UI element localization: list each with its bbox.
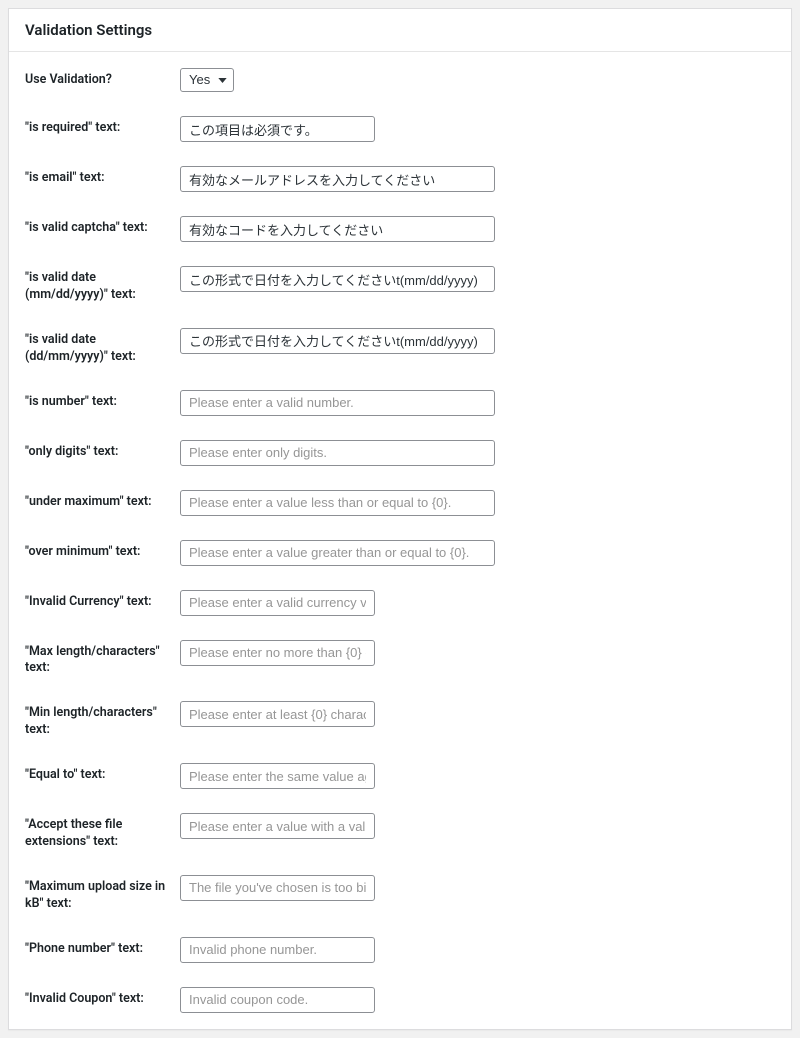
row-is-valid-date-mdy: "is valid date (mm/dd/yyyy)" text: (25, 266, 775, 304)
row-accept-extensions: "Accept these file extensions" text: (25, 813, 775, 851)
row-under-maximum: "under maximum" text: (25, 490, 775, 516)
label-is-required: "is required" text: (25, 116, 180, 137)
row-equal-to: "Equal to" text: (25, 763, 775, 789)
row-invalid-currency: "Invalid Currency" text: (25, 590, 775, 616)
row-min-length: "Min length/characters" text: (25, 701, 775, 739)
label-invalid-coupon: "Invalid Coupon" text: (25, 987, 180, 1008)
row-phone-number: "Phone number" text: (25, 937, 775, 963)
row-max-length: "Max length/characters" text: (25, 640, 775, 678)
row-is-valid-date-dmy: "is valid date (dd/mm/yyyy)" text: (25, 328, 775, 366)
is-valid-date-mdy-input[interactable] (180, 266, 495, 292)
label-accept-extensions: "Accept these file extensions" text: (25, 813, 180, 851)
label-is-number: "is number" text: (25, 390, 180, 411)
equal-to-input[interactable] (180, 763, 375, 789)
row-is-required: "is required" text: (25, 116, 775, 142)
label-over-minimum: "over minimum" text: (25, 540, 180, 561)
label-invalid-currency: "Invalid Currency" text: (25, 590, 180, 611)
label-min-length: "Min length/characters" text: (25, 701, 180, 739)
use-validation-select[interactable]: Yes (180, 68, 234, 92)
validation-settings-panel: Validation Settings Use Validation? Yes … (8, 8, 792, 1030)
is-required-input[interactable] (180, 116, 375, 142)
only-digits-input[interactable] (180, 440, 495, 466)
panel-header: Validation Settings (9, 9, 791, 52)
phone-number-input[interactable] (180, 937, 375, 963)
is-number-input[interactable] (180, 390, 495, 416)
row-over-minimum: "over minimum" text: (25, 540, 775, 566)
row-only-digits: "only digits" text: (25, 440, 775, 466)
row-invalid-coupon: "Invalid Coupon" text: (25, 987, 775, 1013)
max-length-input[interactable] (180, 640, 375, 666)
panel-body: Use Validation? Yes "is required" text: … (9, 52, 791, 1029)
invalid-coupon-input[interactable] (180, 987, 375, 1013)
row-is-valid-captcha: "is valid captcha" text: (25, 216, 775, 242)
is-valid-date-dmy-input[interactable] (180, 328, 495, 354)
is-email-input[interactable] (180, 166, 495, 192)
label-is-valid-date-mdy: "is valid date (mm/dd/yyyy)" text: (25, 266, 180, 304)
max-upload-size-input[interactable] (180, 875, 375, 901)
label-is-valid-captcha: "is valid captcha" text: (25, 216, 180, 237)
is-valid-captcha-input[interactable] (180, 216, 495, 242)
panel-title: Validation Settings (25, 21, 775, 39)
label-under-maximum: "under maximum" text: (25, 490, 180, 511)
over-minimum-input[interactable] (180, 540, 495, 566)
label-phone-number: "Phone number" text: (25, 937, 180, 958)
label-only-digits: "only digits" text: (25, 440, 180, 461)
accept-extensions-input[interactable] (180, 813, 375, 839)
label-equal-to: "Equal to" text: (25, 763, 180, 784)
label-is-valid-date-dmy: "is valid date (dd/mm/yyyy)" text: (25, 328, 180, 366)
label-max-upload-size: "Maximum upload size in kB" text: (25, 875, 180, 913)
row-is-email: "is email" text: (25, 166, 775, 192)
row-use-validation: Use Validation? Yes (25, 68, 775, 92)
under-maximum-input[interactable] (180, 490, 495, 516)
label-is-email: "is email" text: (25, 166, 180, 187)
invalid-currency-input[interactable] (180, 590, 375, 616)
control-use-validation: Yes (180, 68, 775, 92)
label-max-length: "Max length/characters" text: (25, 640, 180, 678)
row-max-upload-size: "Maximum upload size in kB" text: (25, 875, 775, 913)
min-length-input[interactable] (180, 701, 375, 727)
label-use-validation: Use Validation? (25, 68, 180, 89)
row-is-number: "is number" text: (25, 390, 775, 416)
